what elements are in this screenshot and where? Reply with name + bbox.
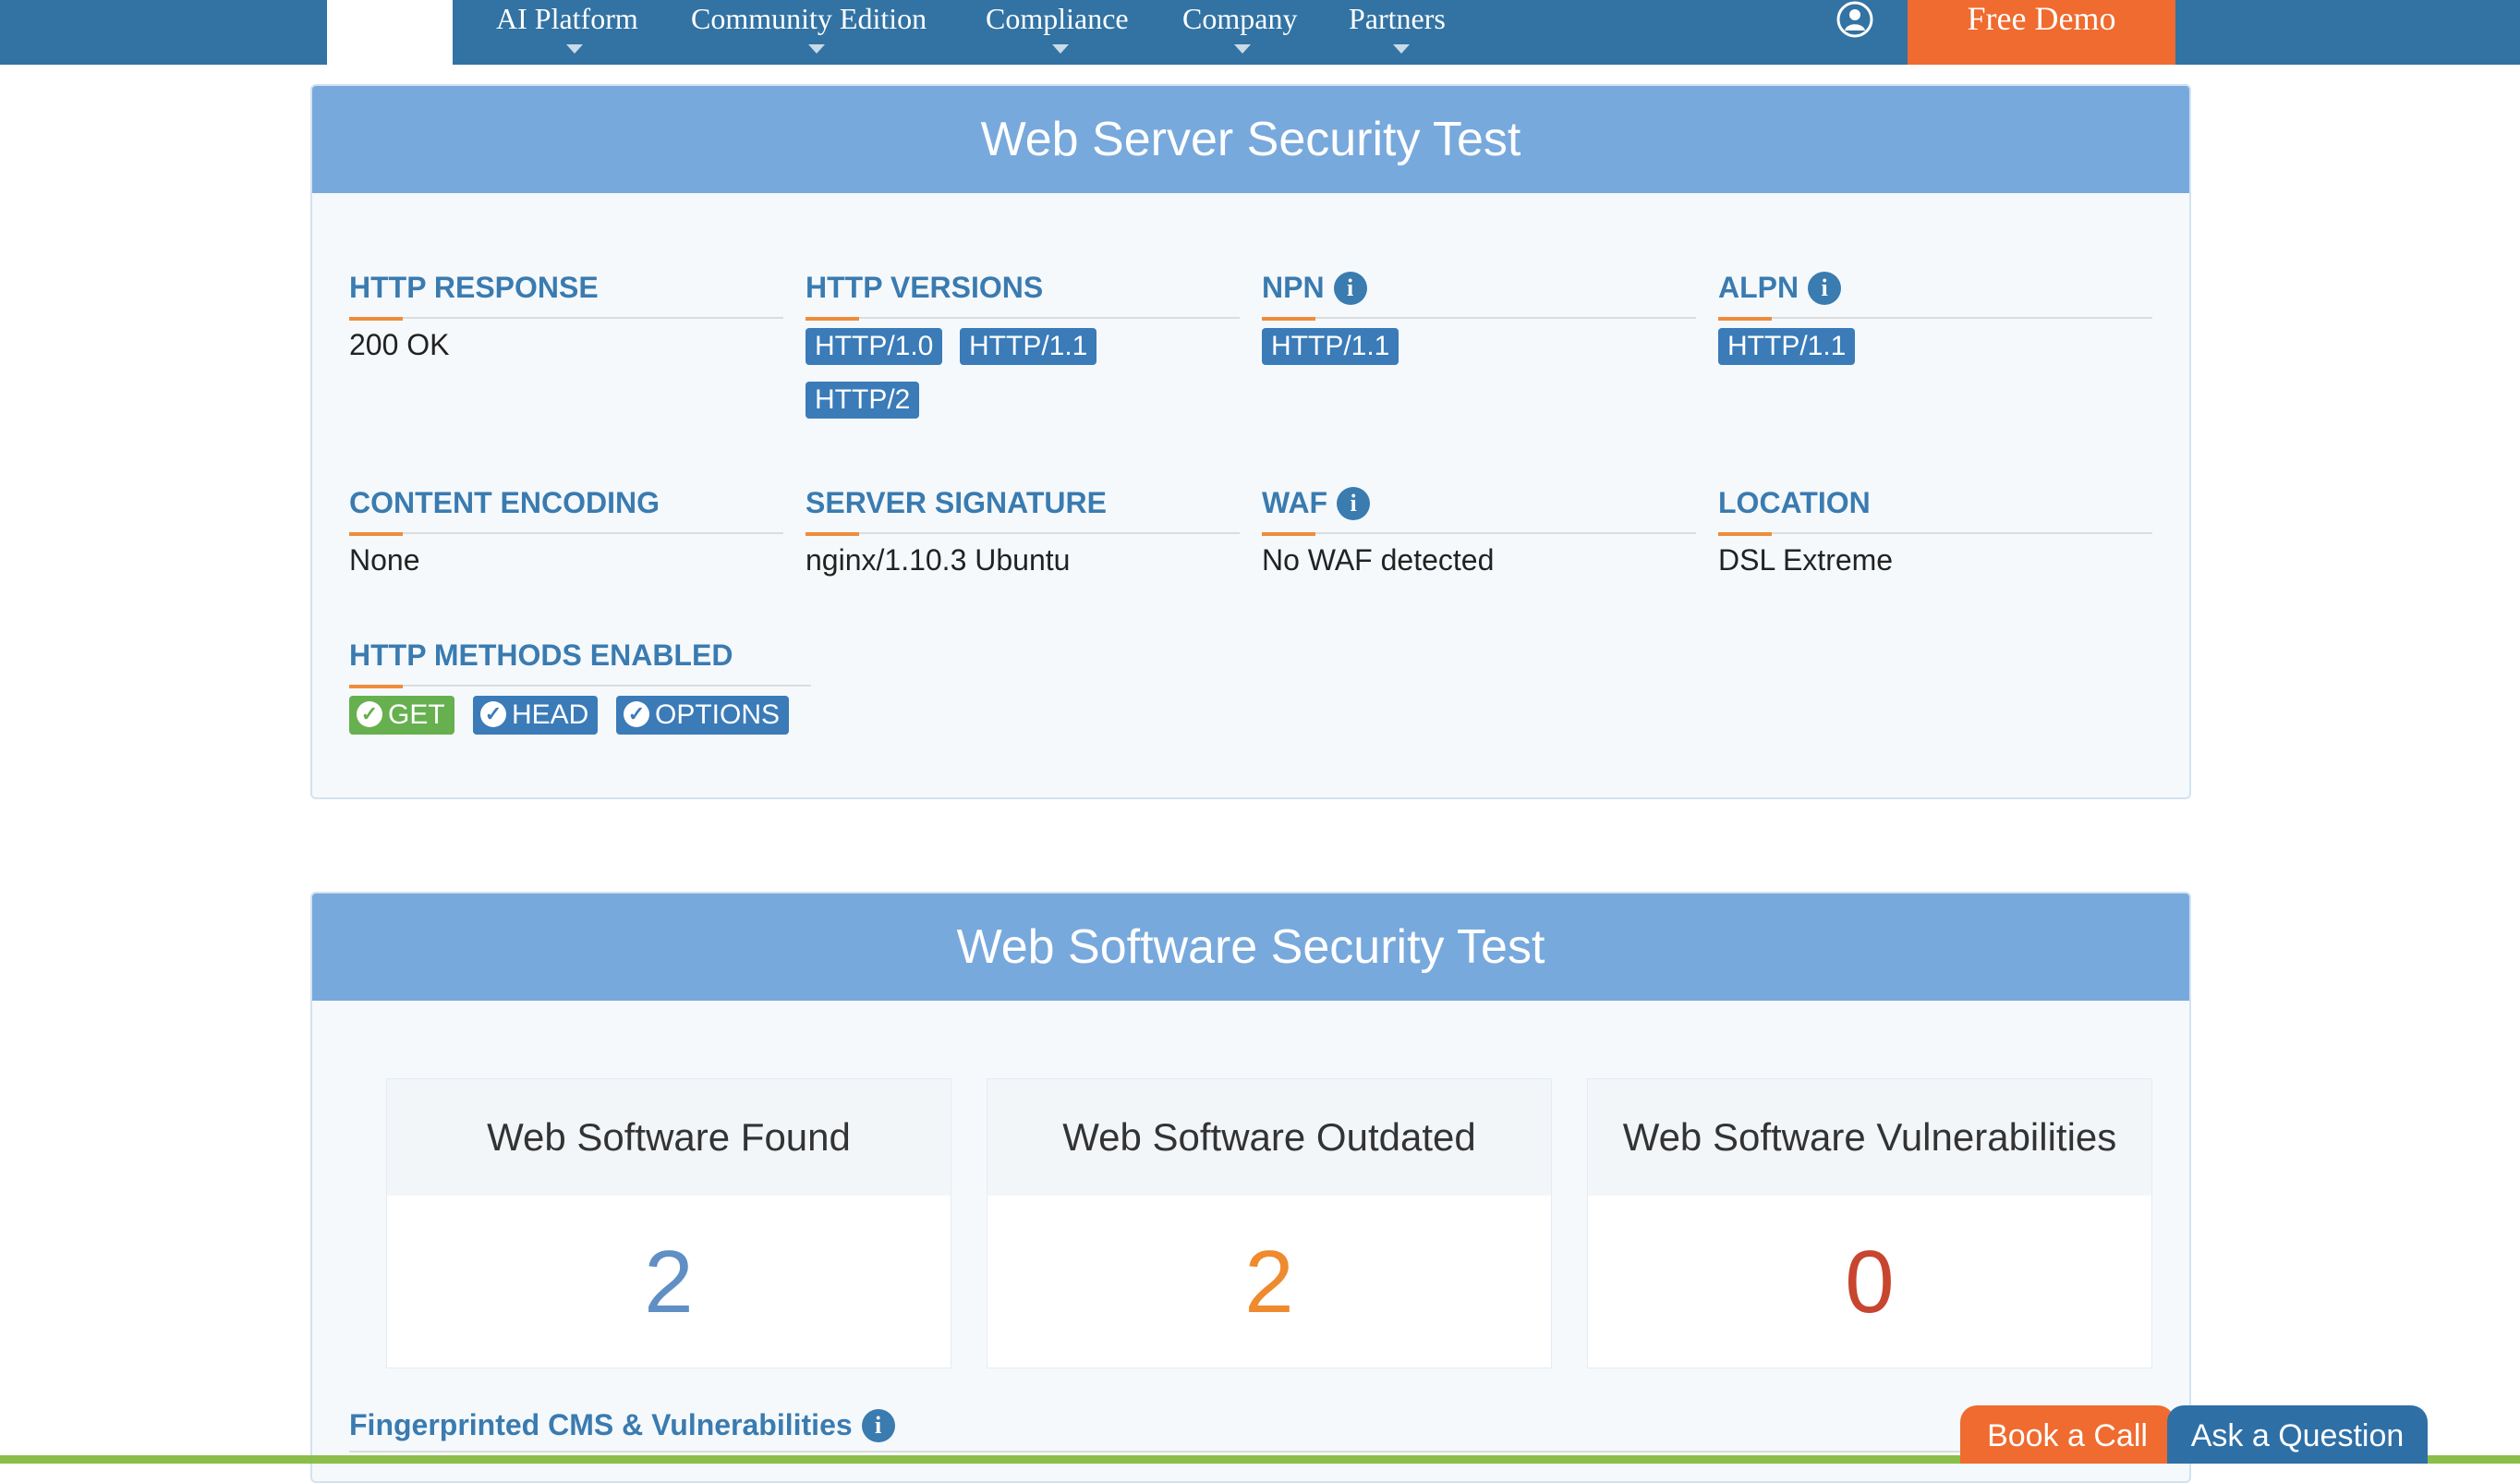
method-label: HEAD xyxy=(512,699,589,730)
stat-label: Web Software Found xyxy=(387,1079,951,1196)
divider xyxy=(1718,532,2152,534)
stat-card-software-vulnerabilities: Web Software Vulnerabilities 0 xyxy=(1587,1078,2152,1368)
method-badge-head: ✓ HEAD xyxy=(473,696,599,735)
method-label: OPTIONS xyxy=(655,699,781,730)
field-title: CONTENT ENCODING xyxy=(349,486,660,519)
chevron-down-icon xyxy=(566,44,583,54)
field-title: ALPN i xyxy=(1718,271,1842,307)
divider xyxy=(349,685,811,687)
divider-accent xyxy=(1718,317,1772,321)
logo[interactable] xyxy=(327,0,453,65)
divider-accent xyxy=(806,317,859,321)
check-circle-icon: ✓ xyxy=(357,701,382,728)
version-tag: HTTP/2 xyxy=(806,382,920,419)
chevron-down-icon xyxy=(1393,44,1410,54)
divider-accent xyxy=(349,685,403,688)
panel-title: Web Server Security Test xyxy=(312,86,2189,193)
version-tag: HTTP/1.0 xyxy=(806,328,943,365)
field-value: None xyxy=(349,543,420,577)
stat-value: 2 xyxy=(1244,1233,1294,1331)
divider-accent xyxy=(349,532,403,536)
field-title: WAF i xyxy=(1262,486,1371,522)
field-value: nginx/1.10.3 Ubuntu xyxy=(806,543,1071,577)
stat-card-software-outdated: Web Software Outdated 2 xyxy=(987,1078,1552,1368)
nav-item-label: Partners xyxy=(1349,2,1446,35)
stat-value: 2 xyxy=(644,1233,694,1331)
info-icon[interactable]: i xyxy=(861,1408,895,1442)
method-label: GET xyxy=(388,699,445,730)
stat-label: Web Software Vulnerabilities xyxy=(1588,1079,2151,1196)
info-icon[interactable]: i xyxy=(1808,271,1842,305)
user-circle-icon[interactable] xyxy=(1834,0,1876,41)
panel-title: Web Software Security Test xyxy=(312,893,2189,1001)
section-title-text: Fingerprinted CMS & Vulnerabilities xyxy=(349,1408,853,1441)
field-value: 200 OK xyxy=(349,328,450,361)
fingerprint-section-title: Fingerprinted CMS & Vulnerabilities i xyxy=(349,1408,895,1444)
field-title-text: ALPN xyxy=(1718,271,1799,304)
web-server-security-panel: Web Server Security Test HTTP RESPONSE 2… xyxy=(310,84,2191,799)
check-circle-icon: ✓ xyxy=(480,701,506,728)
field-title: NPN i xyxy=(1262,271,1367,307)
method-badge-get: ✓ GET xyxy=(349,696,454,735)
web-software-security-panel: Web Software Security Test Web Software … xyxy=(310,892,2191,1483)
version-tag: HTTP/1.1 xyxy=(960,328,1097,365)
divider xyxy=(349,532,783,534)
divider-accent xyxy=(1262,532,1315,536)
method-badge-options: ✓ OPTIONS xyxy=(616,696,790,735)
protocol-tag: HTTP/1.1 xyxy=(1262,328,1399,365)
divider xyxy=(806,317,1240,319)
protocol-tag: HTTP/1.1 xyxy=(1718,328,1856,365)
field-title-text: WAF xyxy=(1262,486,1328,519)
divider xyxy=(349,317,783,319)
field-title: LOCATION xyxy=(1718,486,1871,519)
nav-item-label: Company xyxy=(1182,2,1298,35)
divider xyxy=(349,1451,2158,1453)
check-circle-icon: ✓ xyxy=(624,701,649,728)
field-title: SERVER SIGNATURE xyxy=(806,486,1107,519)
free-demo-button[interactable]: Free Demo xyxy=(1908,0,2175,65)
stat-value: 0 xyxy=(1845,1233,1895,1331)
field-title: HTTP VERSIONS xyxy=(806,271,1044,304)
divider-accent xyxy=(806,532,859,536)
divider-accent xyxy=(1718,532,1772,536)
nav-item-label: Compliance xyxy=(986,2,1129,35)
stat-label: Web Software Outdated xyxy=(987,1079,1551,1196)
field-value: No WAF detected xyxy=(1262,543,1495,577)
nav-item-label: Community Edition xyxy=(691,2,927,35)
divider xyxy=(1262,532,1696,534)
info-icon[interactable]: i xyxy=(1337,486,1371,520)
info-icon[interactable]: i xyxy=(1333,271,1367,305)
book-a-call-button[interactable]: Book a Call xyxy=(1960,1405,2175,1464)
ask-a-question-button[interactable]: Ask a Question xyxy=(2167,1405,2428,1464)
nav-item-label: AI Platform xyxy=(496,2,638,35)
chevron-down-icon xyxy=(808,44,825,54)
divider-accent xyxy=(349,317,403,321)
chevron-down-icon xyxy=(1052,44,1069,54)
divider xyxy=(806,532,1240,534)
field-title: HTTP METHODS ENABLED xyxy=(349,638,733,672)
field-title-text: NPN xyxy=(1262,271,1325,304)
divider xyxy=(1262,317,1696,319)
chevron-down-icon xyxy=(1234,44,1251,54)
top-navigation: AI Platform Community Edition Compliance… xyxy=(0,0,2520,65)
divider xyxy=(1718,317,2152,319)
stat-card-software-found: Web Software Found 2 xyxy=(386,1078,951,1368)
divider-accent xyxy=(1262,317,1315,321)
field-title: HTTP RESPONSE xyxy=(349,271,599,304)
field-value: DSL Extreme xyxy=(1718,543,1894,577)
